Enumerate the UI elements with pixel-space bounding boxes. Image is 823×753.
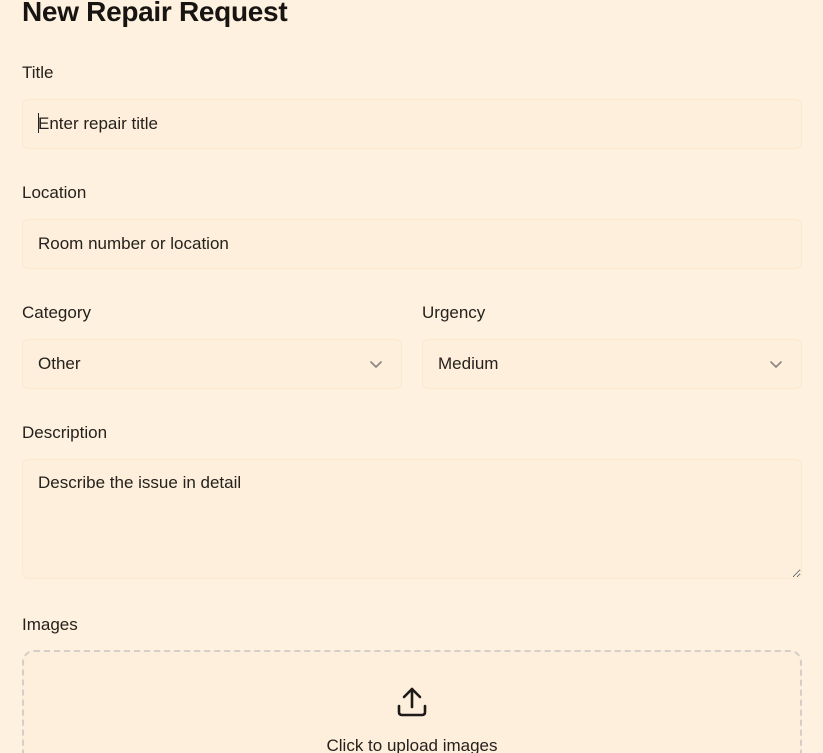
urgency-selected-value: Medium	[438, 354, 499, 373]
category-select[interactable]: Other	[22, 339, 402, 389]
page-title: New Repair Request	[22, 0, 288, 27]
location-input[interactable]	[22, 219, 802, 269]
repair-request-page: New Repair Request Title Location Catego…	[0, 0, 823, 753]
image-upload-dropzone[interactable]: Click to upload images	[22, 650, 802, 753]
upload-icon	[397, 687, 427, 717]
urgency-select[interactable]: Medium	[422, 339, 802, 389]
category-selected-value: Other	[38, 354, 81, 373]
category-label: Category	[22, 303, 91, 322]
title-input[interactable]	[22, 99, 802, 149]
chevron-down-icon	[370, 361, 382, 368]
description-textarea[interactable]	[22, 459, 802, 579]
title-label: Title	[22, 63, 54, 82]
text-cursor	[38, 113, 39, 133]
upload-prompt: Click to upload images	[326, 736, 498, 753]
images-label: Images	[22, 615, 78, 634]
chevron-down-icon	[770, 361, 782, 368]
description-label: Description	[22, 423, 108, 442]
urgency-label: Urgency	[422, 303, 486, 322]
location-label: Location	[22, 183, 87, 202]
